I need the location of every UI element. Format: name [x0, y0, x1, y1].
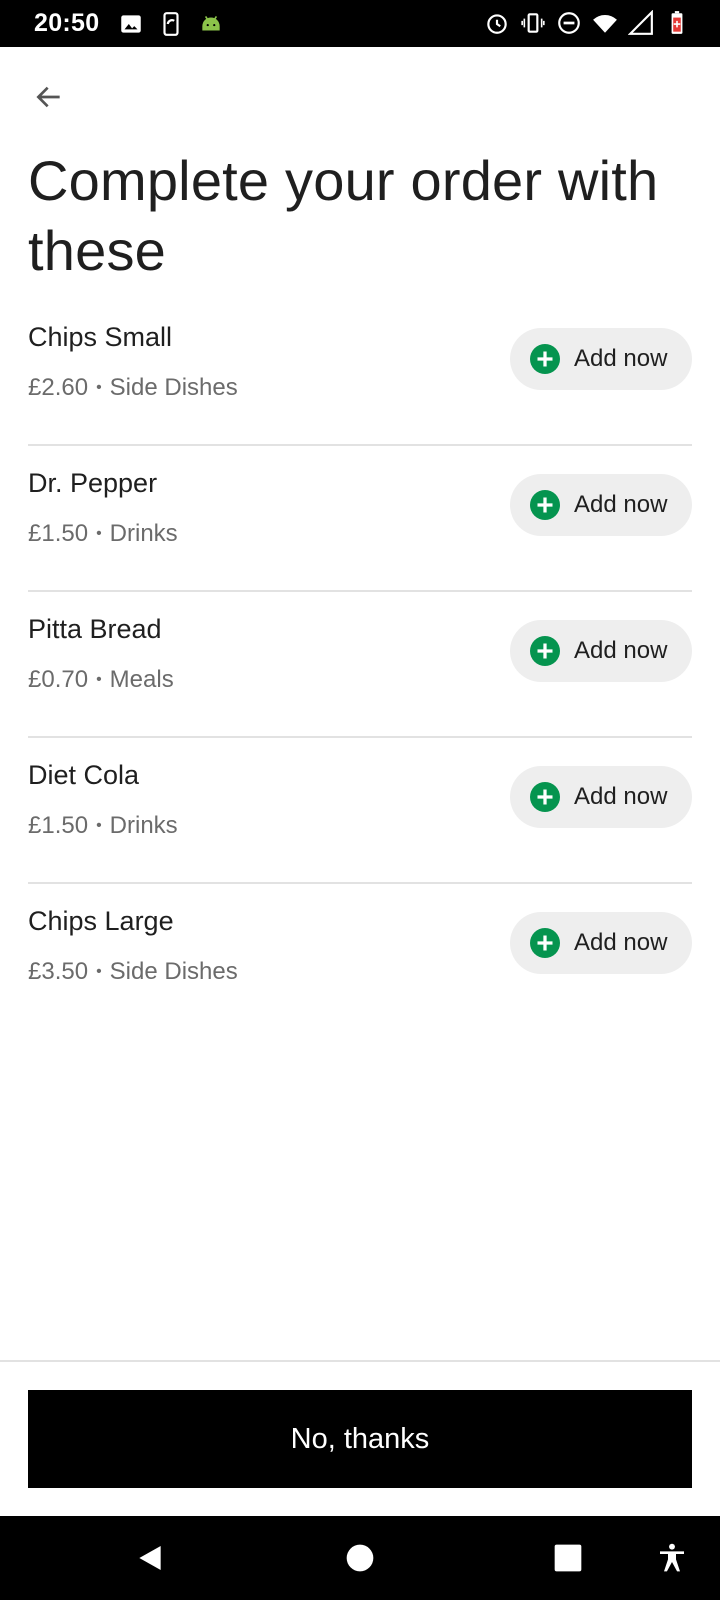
add-now-button[interactable]: Add now [510, 620, 692, 682]
add-now-label: Add now [574, 491, 668, 518]
list-item: Pitta Bread £0.70 • Meals Add now [28, 592, 692, 738]
item-category: Drinks [109, 812, 178, 839]
recents-square-icon[interactable] [552, 1542, 584, 1574]
item-name: Pitta Bread [28, 614, 162, 644]
add-now-label: Add now [574, 637, 668, 664]
plus-circle-icon [530, 490, 560, 520]
item-category: Side Dishes [109, 958, 238, 985]
dnd-icon [558, 12, 580, 34]
item-price: £1.50 [28, 812, 89, 839]
system-nav-bar [0, 1516, 720, 1600]
list-item: Chips Small £2.60 • Side Dishes Add now [28, 300, 692, 446]
signal-icon [628, 10, 653, 35]
screen-rotate-icon [163, 12, 179, 36]
back-triangle-icon[interactable] [134, 1542, 166, 1574]
arrow-left-icon [36, 86, 60, 108]
item-name: Diet Cola [28, 760, 140, 790]
status-right-icons [484, 10, 690, 36]
item-name: Dr. Pepper [28, 468, 158, 498]
status-left-icons [118, 11, 224, 37]
item-meta: £3.50 • Side Dishes [28, 958, 238, 986]
item-meta: £1.50 • Drinks [28, 520, 178, 548]
add-now-button[interactable]: Add now [510, 328, 692, 390]
plus-circle-icon [530, 344, 560, 374]
add-now-button[interactable]: Add now [510, 766, 692, 828]
list-item: Dr. Pepper £1.50 • Drinks Add now [28, 446, 692, 592]
item-price: £1.50 [28, 520, 89, 547]
separator-dot: • [96, 379, 102, 396]
home-circle-icon[interactable] [344, 1542, 376, 1574]
list-item: Diet Cola £1.50 • Drinks Add now [28, 738, 692, 884]
add-now-label: Add now [574, 929, 668, 956]
status-time: 20:50 [34, 9, 100, 37]
separator-dot: • [96, 671, 102, 688]
add-now-button[interactable]: Add now [510, 474, 692, 536]
list-item: Chips Large £3.50 • Side Dishes Add now [28, 884, 692, 1030]
add-now-button[interactable]: Add now [510, 912, 692, 974]
add-now-label: Add now [574, 783, 668, 810]
add-now-label: Add now [574, 345, 668, 372]
separator-dot: • [96, 817, 102, 834]
wifi-icon [593, 15, 617, 33]
separator-dot: • [96, 525, 102, 542]
bottom-divider [0, 1360, 720, 1362]
item-category: Side Dishes [109, 374, 238, 401]
item-price: £3.50 [28, 958, 89, 985]
item-name: Chips Small [28, 322, 173, 352]
status-bar: 20:50 [0, 0, 720, 47]
item-price: £0.70 [28, 666, 89, 693]
plus-circle-icon [530, 782, 560, 812]
battery-icon [671, 11, 683, 34]
alarm-icon [487, 14, 507, 34]
separator-dot: • [96, 963, 102, 980]
item-name: Chips Large [28, 906, 174, 936]
item-meta: £0.70 • Meals [28, 666, 174, 694]
page-title: Complete your order with these [28, 149, 659, 282]
no-thanks-button[interactable]: No, thanks [28, 1390, 692, 1488]
item-price: £2.60 [28, 374, 89, 401]
android-icon [202, 15, 220, 31]
plus-circle-icon [530, 636, 560, 666]
item-meta: £2.60 • Side Dishes [28, 374, 238, 402]
item-meta: £1.50 • Drinks [28, 812, 178, 840]
item-category: Meals [109, 666, 174, 693]
back-button[interactable] [26, 74, 72, 120]
accessibility-icon[interactable] [656, 1542, 688, 1574]
item-category: Drinks [109, 520, 178, 547]
image-icon [121, 15, 141, 33]
vibrate-icon [521, 13, 545, 33]
suggestion-list: Chips Small £2.60 • Side Dishes Add now … [28, 300, 692, 1030]
plus-circle-icon [530, 928, 560, 958]
